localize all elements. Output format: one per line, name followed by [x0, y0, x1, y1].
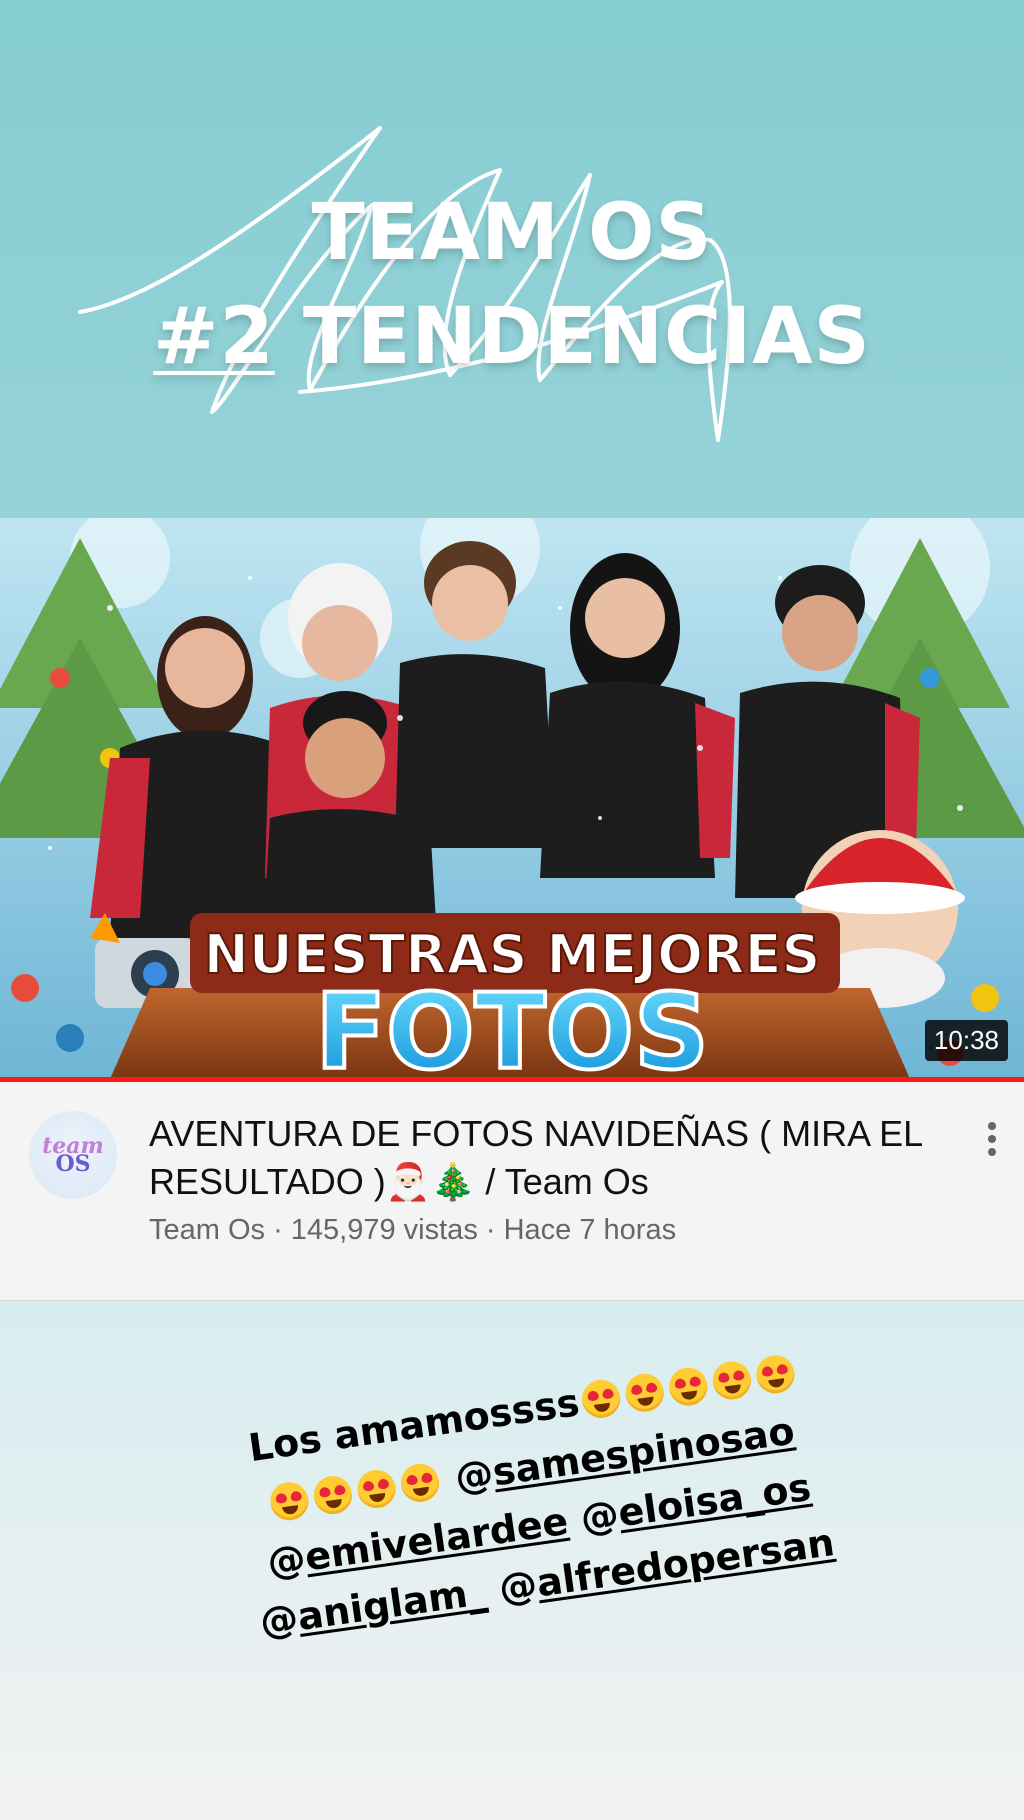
channel-avatar[interactable]: team OS	[29, 1111, 117, 1199]
video-info-card[interactable]: team OS AVENTURA DE FOTOS NAVIDEÑAS ( MI…	[0, 1082, 1024, 1301]
heart-eyes-emoji-icon	[622, 1371, 666, 1415]
kebab-menu-icon[interactable]	[985, 1118, 999, 1161]
story-header: TEAM OS #2 TENDENCIAS	[0, 0, 1024, 518]
video-thumbnail[interactable]: NUESTRAS MEJORES FOTOS 10:38	[0, 518, 1024, 1079]
heart-eyes-emoji-icon	[579, 1377, 623, 1421]
headline-rank: #2	[153, 292, 275, 382]
thumbnail-caption-bottom: FOTOS	[315, 971, 709, 1079]
video-duration: 10:38	[924, 1020, 1008, 1061]
heart-eyes-emoji-icon	[709, 1359, 753, 1402]
heart-eyes-emoji-icon	[355, 1467, 399, 1511]
heart-eyes-emoji-icon	[753, 1352, 797, 1396]
heart-eyes-emoji-icon	[398, 1461, 442, 1505]
video-title[interactable]: AVENTURA DE FOTOS NAVIDEÑAS ( MIRA EL RE…	[149, 1110, 949, 1206]
channel-avatar-logo: team OS	[42, 1135, 104, 1175]
heart-eyes-emoji-icon	[268, 1479, 312, 1523]
headline-team: TEAM OS	[311, 188, 713, 278]
headline-trending: #2 TENDENCIAS	[0, 292, 1024, 382]
heart-eyes-emoji-icon	[311, 1473, 355, 1517]
video-meta: Team Os · 145,979 vistas · Hace 7 horas	[149, 1214, 677, 1246]
heart-eyes-emoji-icon	[666, 1365, 710, 1409]
headline-trending-label: TENDENCIAS	[274, 292, 871, 382]
